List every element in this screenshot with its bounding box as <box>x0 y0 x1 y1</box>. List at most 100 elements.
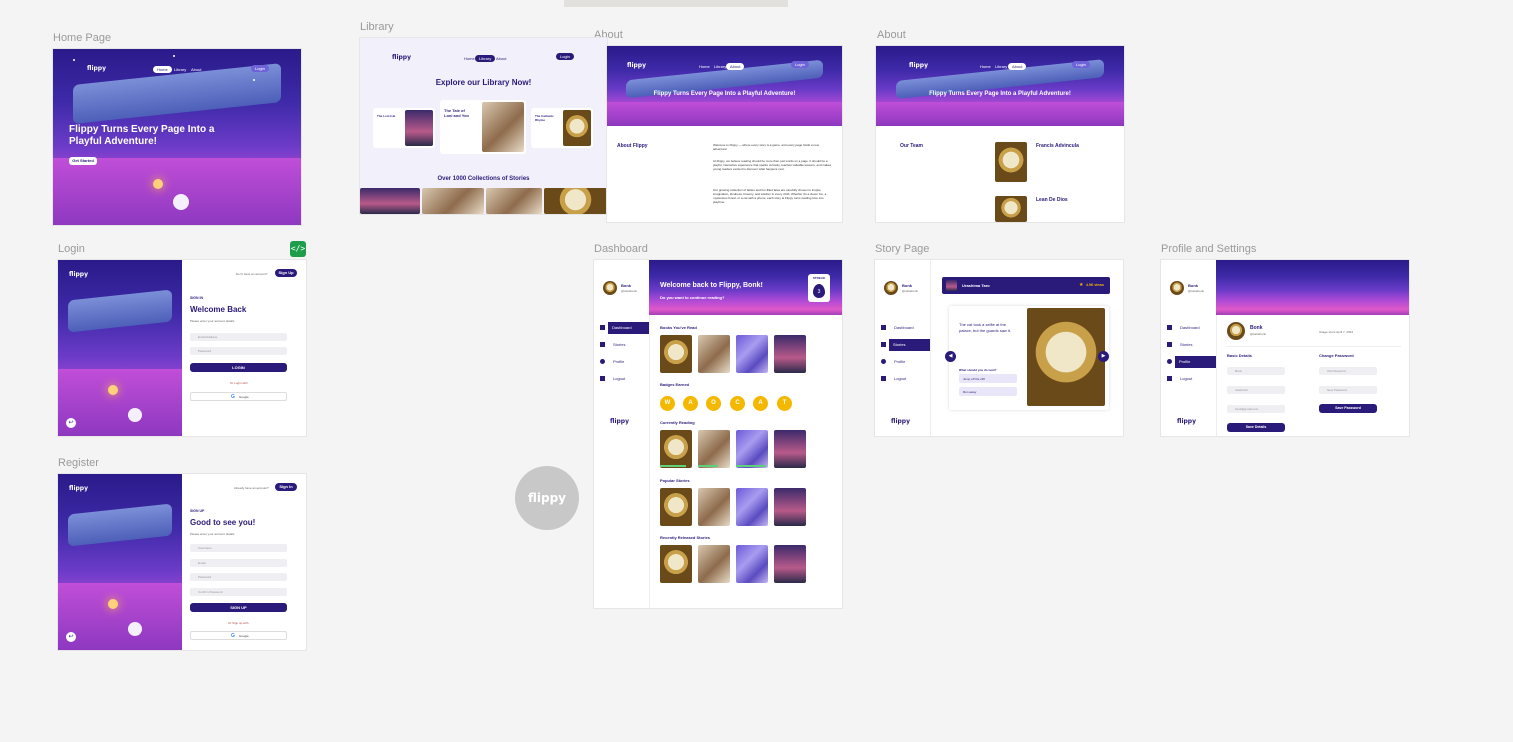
hero-heading: Flippy Turns Every Page Into a Playful A… <box>69 124 215 147</box>
book-card-featured[interactable]: The Tale of Loni and Yon <box>440 100 526 154</box>
book-thumbnail[interactable] <box>736 430 768 468</box>
hero-heading: Flippy Turns Every Page Into a Playful A… <box>929 91 1071 97</box>
frame-label-dashboard: Dashboard <box>594 243 648 255</box>
about-team-frame[interactable]: flippy Home Library About Login Flippy T… <box>876 46 1124 222</box>
brand-logo[interactable]: flippy <box>392 54 411 61</box>
password-field[interactable]: Password <box>190 347 287 355</box>
login-frame[interactable]: flippy ↩ Don't have an account? Sign Up … <box>58 260 306 436</box>
nav-about[interactable]: About <box>1008 63 1027 70</box>
book-thumbnail[interactable] <box>698 545 730 583</box>
back-icon[interactable]: ↩ <box>66 632 76 642</box>
sidebar-item-stories[interactable]: Stories <box>1180 342 1192 347</box>
register-frame[interactable]: flippy ↩ Already have an account? Sign I… <box>58 474 306 650</box>
book-thumbnail[interactable] <box>774 488 806 526</box>
floating-logo[interactable]: flippy <box>515 466 579 530</box>
password-field[interactable]: Password <box>190 573 287 581</box>
brand-logo[interactable]: flippy <box>909 62 928 69</box>
nav-about[interactable]: About <box>187 66 205 73</box>
email-field[interactable]: Email <box>190 559 287 567</box>
name-field[interactable]: Bonk <box>1227 367 1285 375</box>
book-thumbnail[interactable] <box>736 488 768 526</box>
login-button[interactable]: Login <box>791 61 809 68</box>
sidebar-item-profile[interactable]: Profile <box>1175 356 1216 368</box>
save-password-button[interactable]: Save Password <box>1319 404 1377 413</box>
login-button[interactable]: Login <box>1072 61 1090 68</box>
sidebar-item-logout[interactable]: Logout <box>613 376 625 381</box>
signup-button[interactable]: Sign Up <box>275 269 297 277</box>
sidebar-item-dashboard[interactable]: Dashboard <box>608 322 649 334</box>
book-thumbnail[interactable] <box>774 335 806 373</box>
sidebar-item-profile[interactable]: Profile <box>894 359 905 364</box>
old-password-field[interactable]: Old Password <box>1319 367 1377 375</box>
book-thumbnail[interactable] <box>660 335 692 373</box>
dashboard-frame[interactable]: Bonk @catiebonk Dashboard Stories Profil… <box>594 260 842 608</box>
new-password-field[interactable]: New Password <box>1319 386 1377 394</box>
avatar[interactable] <box>603 281 617 295</box>
brand-logo[interactable]: flippy <box>610 418 629 425</box>
book-thumbnail[interactable] <box>660 545 692 583</box>
book-thumbnail[interactable] <box>660 430 692 468</box>
book-thumbnail[interactable] <box>736 545 768 583</box>
sidebar-item-stories[interactable]: Stories <box>889 339 930 351</box>
login-submit-button[interactable]: LOGIN <box>190 363 287 372</box>
sidebar-item-dashboard[interactable]: Dashboard <box>1180 325 1200 330</box>
avatar[interactable] <box>1170 281 1184 295</box>
about-frame[interactable]: flippy Home Library About Login Flippy T… <box>607 46 842 222</box>
signup-submit-button[interactable]: SIGN UP <box>190 603 287 612</box>
email-field[interactable]: Email Address <box>190 333 287 341</box>
profile-frame[interactable]: Bonk @catiebonk Dashboard Stories Profil… <box>1161 260 1409 436</box>
signin-button[interactable]: Sign In <box>275 483 297 491</box>
email-field[interactable]: bonk@gmail.com <box>1227 405 1285 413</box>
brand-logo[interactable]: flippy <box>891 418 910 425</box>
email-placeholder: Email Address <box>198 335 218 339</box>
nav-home[interactable]: Home <box>153 66 172 73</box>
sidebar-item-logout[interactable]: Logout <box>1180 376 1192 381</box>
book-thumbnail[interactable] <box>774 430 806 468</box>
badge: A <box>753 396 768 411</box>
book-thumbnail[interactable] <box>736 335 768 373</box>
get-started-button[interactable]: Get Started <box>69 157 97 165</box>
confirm-password-field[interactable]: Confirm Password <box>190 588 287 596</box>
prev-page-button[interactable]: ◀ <box>945 351 956 362</box>
badge: C <box>730 396 745 411</box>
book-card-right[interactable]: The Cattastic Rhyme <box>531 108 593 148</box>
brand-logo[interactable]: flippy <box>627 62 646 69</box>
choice-button[interactable]: Run away <box>959 387 1017 396</box>
nav-about[interactable]: About <box>726 63 745 70</box>
sidebar: Bonk @catiebonk Dashboard Stories Profil… <box>594 260 650 608</box>
book-thumbnail[interactable] <box>698 430 730 468</box>
home-frame[interactable]: flippy Home Library About Login Flippy T… <box>53 49 301 225</box>
brand-logo[interactable]: flippy <box>87 65 106 72</box>
username-field[interactable]: Username <box>190 544 287 552</box>
save-details-button[interactable]: Save Details <box>1227 423 1285 432</box>
book-thumbnail[interactable] <box>698 488 730 526</box>
book-card-left[interactable]: The Lost Isle <box>373 108 435 148</box>
sidebar-item-dashboard[interactable]: Dashboard <box>894 325 914 330</box>
login-button[interactable]: Login <box>251 65 269 72</box>
sidebar: Bonk @catiebonk Dashboard Stories Profil… <box>875 260 931 436</box>
profile-avatar[interactable] <box>1227 322 1245 340</box>
sidebar-item-stories[interactable]: Stories <box>613 342 625 347</box>
brand-logo[interactable]: flippy <box>69 271 88 278</box>
book-thumbnail[interactable] <box>660 488 692 526</box>
book-thumbnail[interactable] <box>698 335 730 373</box>
username-field[interactable]: catiebonk <box>1227 386 1285 394</box>
back-icon[interactable]: ↩ <box>66 418 76 428</box>
login-button[interactable]: Login <box>556 53 574 60</box>
brand-logo[interactable]: flippy <box>69 485 88 492</box>
google-login-button[interactable]: G Google <box>190 392 287 401</box>
book-thumbnail[interactable] <box>774 545 806 583</box>
nav-about[interactable]: About <box>492 55 510 62</box>
choice-button[interactable]: Jump off the cliff <box>959 374 1017 383</box>
brand-logo[interactable]: flippy <box>1177 418 1196 425</box>
sidebar-item-logout[interactable]: Logout <box>894 376 906 381</box>
library-frame[interactable]: flippy Home Library About Login Explore … <box>360 38 607 214</box>
google-signup-button[interactable]: G Google <box>190 631 287 640</box>
code-icon[interactable]: </> <box>290 241 306 257</box>
avatar[interactable] <box>884 281 898 295</box>
book-icon <box>881 342 886 347</box>
sidebar-item-profile[interactable]: Profile <box>613 359 624 364</box>
story-frame[interactable]: Bonk @catiebonk Dashboard Stories Profil… <box>875 260 1123 436</box>
signin-label: SIGN IN <box>190 296 204 300</box>
next-page-button[interactable]: ▶ <box>1098 351 1109 362</box>
